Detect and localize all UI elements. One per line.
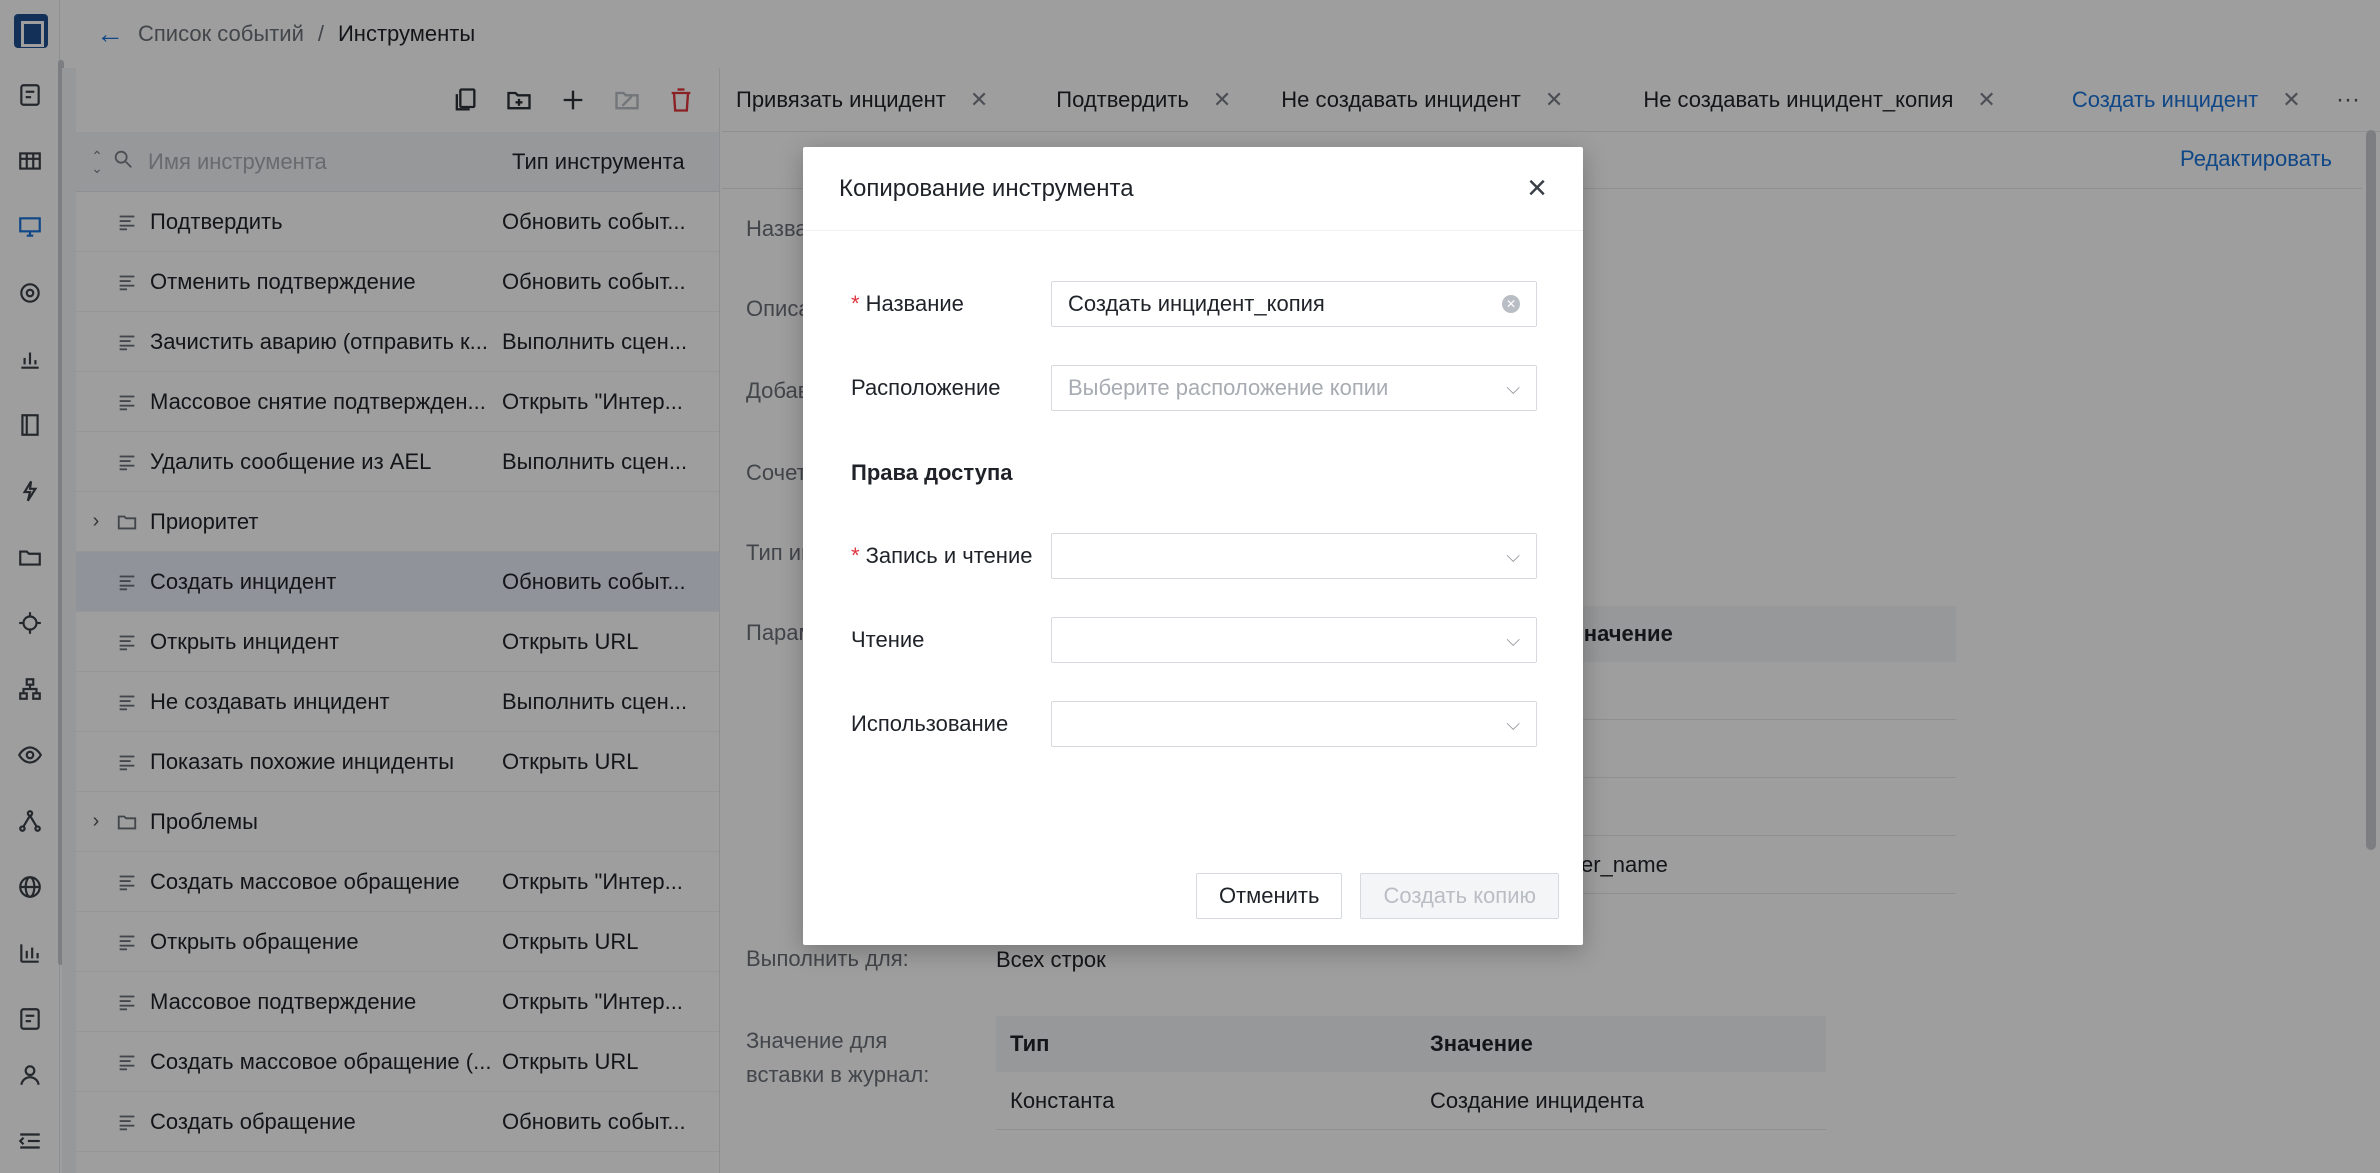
location-field-row: Расположение Выберите расположение копии… [851, 365, 1537, 411]
required-mark: * [851, 291, 860, 316]
read-label: Чтение [851, 627, 925, 652]
read-field-row: Чтение ⌵ [851, 617, 1537, 663]
chevron-down-icon: ⌵ [1506, 629, 1520, 650]
cancel-button[interactable]: Отменить [1195, 873, 1343, 919]
clear-input-icon[interactable]: ✕ [1502, 295, 1520, 313]
chevron-down-icon: ⌵ [1506, 377, 1520, 398]
location-placeholder: Выберите расположение копии [1068, 375, 1389, 400]
create-copy-button[interactable]: Создать копию [1360, 873, 1559, 919]
usage-select[interactable]: ⌵ [1051, 701, 1537, 747]
location-select[interactable]: Выберите расположение копии ⌵ [1051, 365, 1537, 411]
read-select[interactable]: ⌵ [1051, 617, 1537, 663]
read-write-label: Запись и чтение [865, 543, 1033, 568]
name-label: Название [865, 291, 964, 316]
required-mark: * [851, 543, 860, 568]
close-icon[interactable]: × [1527, 169, 1547, 208]
dialog-title: Копирование инструмента [839, 174, 1134, 202]
dialog-buttons: Отменить Создать копию [1195, 873, 1559, 919]
chevron-down-icon: ⌵ [1506, 545, 1520, 566]
chevron-down-icon: ⌵ [1506, 713, 1520, 734]
read-write-select[interactable]: ⌵ [1051, 533, 1537, 579]
dialog-header: Копирование инструмента × [803, 147, 1583, 231]
copy-tool-dialog: Копирование инструмента × * Название Созд… [803, 147, 1583, 945]
location-label: Расположение [851, 375, 1001, 400]
name-field-row: * Название Создать инцидент_копия ✕ [851, 281, 1537, 327]
name-input[interactable]: Создать инцидент_копия ✕ [1051, 281, 1537, 327]
usage-field-row: Использование ⌵ [851, 701, 1537, 747]
usage-label: Использование [851, 711, 1009, 736]
name-input-value: Создать инцидент_копия [1068, 291, 1325, 316]
read-write-field-row: * Запись и чтение ⌵ [851, 533, 1537, 579]
access-rights-heading: Права доступа [851, 460, 1013, 485]
